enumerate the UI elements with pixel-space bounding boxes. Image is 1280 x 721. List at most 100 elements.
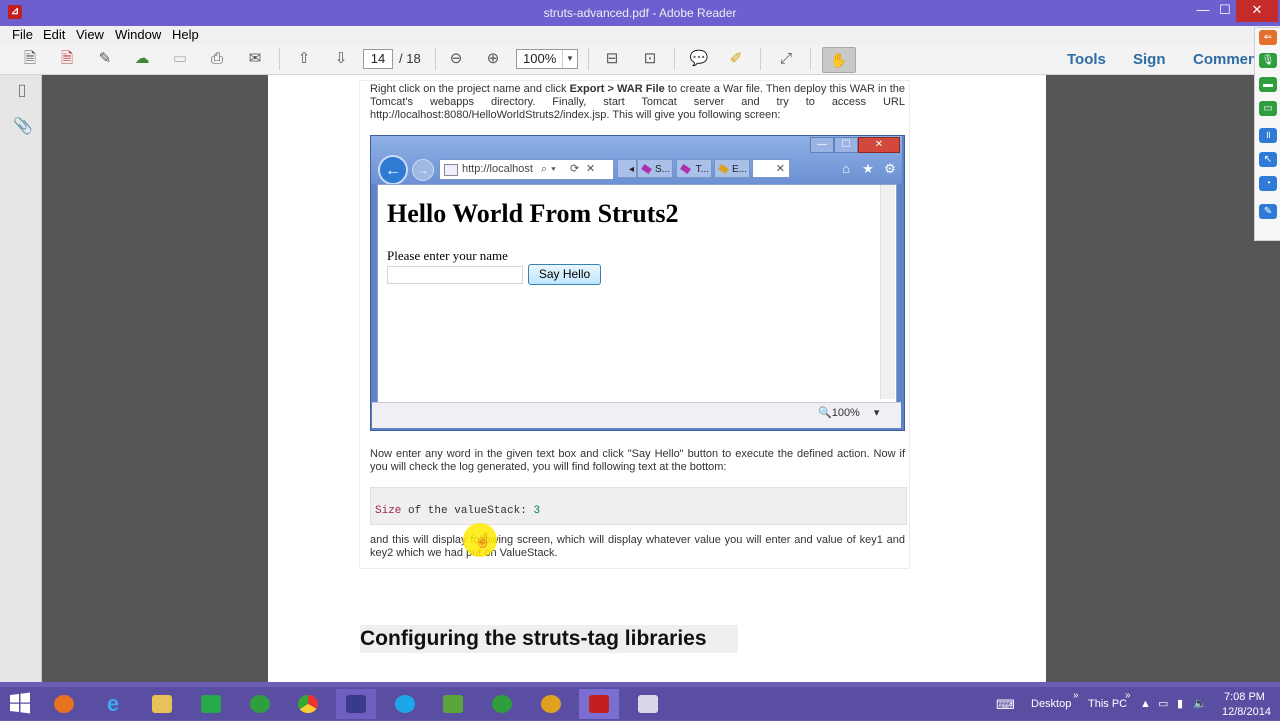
keyboard-icon[interactable]: ⌨ bbox=[996, 697, 1015, 713]
green-glyph bbox=[250, 695, 270, 713]
tab-icon bbox=[680, 163, 691, 175]
email-icon[interactable]: ✉ bbox=[245, 49, 265, 69]
show-hidden-icons-icon[interactable]: ▲ bbox=[1140, 698, 1151, 710]
title-bar: ⊿ struts-advanced.pdf - Adobe Reader — ☐… bbox=[0, 0, 1280, 26]
tab-scroll-icon: ◂ bbox=[617, 159, 637, 178]
clock-time[interactable]: 7:08 PM bbox=[1224, 691, 1265, 703]
chrome-icon[interactable] bbox=[288, 689, 328, 719]
close-button[interactable]: ✕ bbox=[1236, 0, 1278, 22]
screen-icon[interactable]: ▭ bbox=[1259, 101, 1277, 116]
menu-bar: File Edit View Window Help bbox=[0, 26, 1280, 44]
settings-app-icon[interactable] bbox=[531, 689, 571, 719]
menu-edit[interactable]: Edit bbox=[43, 27, 65, 42]
green-app-2-icon[interactable] bbox=[482, 689, 522, 719]
sign-button[interactable]: Sign bbox=[1133, 51, 1166, 68]
adobe-reader-taskbar-icon[interactable] bbox=[579, 689, 619, 719]
attachments-icon[interactable]: 📎 bbox=[13, 118, 33, 136]
code-keyword: Size bbox=[375, 505, 402, 517]
microphone-icon[interactable]: 🎙 bbox=[1259, 53, 1277, 68]
firefox-icon[interactable] bbox=[44, 689, 84, 719]
name-prompt-label: Please enter your name bbox=[387, 248, 508, 263]
toolbar-divider bbox=[588, 48, 589, 70]
collapse-icon[interactable]: ⇐ bbox=[1259, 30, 1277, 45]
pen-icon[interactable]: ✎ bbox=[1259, 204, 1277, 219]
browser-tab: S... bbox=[637, 159, 673, 178]
zoom-select[interactable]: 100% ▼ bbox=[516, 49, 578, 69]
maximize-button[interactable]: ☐ bbox=[1212, 0, 1238, 22]
browser-tab-label: T... bbox=[695, 164, 709, 175]
browser-scrollbar bbox=[880, 185, 895, 399]
page-up-icon[interactable]: ⇧ bbox=[294, 49, 314, 69]
desktop-toolbar-label[interactable]: Desktop bbox=[1031, 698, 1071, 710]
fit-width-icon[interactable]: ⊡ bbox=[640, 49, 660, 69]
hand-tool-icon[interactable]: ✋ bbox=[822, 47, 856, 73]
zoom-out-icon[interactable]: ⊖ bbox=[446, 49, 466, 69]
print-icon[interactable]: ⎙ bbox=[207, 49, 227, 69]
image-app-icon[interactable] bbox=[433, 689, 473, 719]
green-app-icon[interactable] bbox=[240, 689, 280, 719]
paragraph-deploy: Right click on the project name and clic… bbox=[370, 83, 905, 122]
pause-icon[interactable]: ॥ bbox=[1259, 128, 1277, 143]
folder-glyph bbox=[152, 695, 172, 713]
menu-help[interactable]: Help bbox=[172, 27, 199, 42]
zoom-status-value: 100% bbox=[831, 407, 860, 419]
menu-view[interactable]: View bbox=[76, 27, 104, 42]
paragraph-enter-word: Now enter any word in the given text box… bbox=[370, 448, 905, 473]
draw-icon[interactable]: ◔ bbox=[1259, 176, 1277, 191]
media-app-icon[interactable] bbox=[628, 689, 668, 719]
calculator-icon[interactable] bbox=[191, 689, 231, 719]
zoom-in-icon[interactable]: ⊕ bbox=[483, 49, 503, 69]
image-glyph bbox=[443, 695, 463, 713]
code-number: 3 bbox=[533, 505, 541, 517]
chevron-icon: » bbox=[1073, 690, 1079, 701]
toolbar-divider bbox=[435, 48, 436, 70]
browser-close-icon: ✕ bbox=[858, 137, 900, 153]
comment-icon[interactable]: 💬 bbox=[689, 49, 709, 69]
menu-window[interactable]: Window bbox=[115, 27, 161, 42]
cloud-upload-icon[interactable]: ☁ bbox=[132, 49, 152, 69]
window-title: struts-advanced.pdf - Adobe Reader bbox=[543, 6, 737, 20]
save-icon[interactable]: ▭ bbox=[170, 49, 190, 69]
toolbar-divider bbox=[674, 48, 675, 70]
zoom-value: 100% bbox=[523, 51, 557, 66]
browser-url: http://localhost bbox=[462, 163, 533, 175]
pointer-icon[interactable]: ↖ bbox=[1259, 152, 1277, 167]
windows-start-icon[interactable] bbox=[8, 691, 32, 715]
calc-glyph bbox=[201, 695, 221, 713]
page-down-icon[interactable]: ⇩ bbox=[331, 49, 351, 69]
volume-icon[interactable]: 🔈 bbox=[1193, 697, 1207, 710]
fit-page-icon[interactable]: ⊟ bbox=[602, 49, 622, 69]
edit-icon[interactable]: ✎ bbox=[95, 49, 115, 69]
comment-button[interactable]: Commen bbox=[1193, 51, 1257, 68]
name-input bbox=[387, 266, 523, 284]
media-glyph bbox=[638, 695, 658, 713]
page-thumbnails-icon[interactable]: ▯ bbox=[13, 82, 31, 100]
skype-icon[interactable] bbox=[385, 689, 425, 719]
page-number-input[interactable]: 14 bbox=[363, 49, 393, 69]
toolbar-divider bbox=[810, 48, 811, 70]
visual-studio-icon[interactable] bbox=[336, 689, 376, 719]
code-line: Size of the valueStack: 3 bbox=[375, 505, 540, 517]
adobe-glyph bbox=[589, 695, 609, 713]
browser-tab: T... bbox=[676, 159, 712, 178]
full-screen-icon[interactable]: ⤢ bbox=[776, 49, 796, 69]
camera-icon[interactable]: ▬ bbox=[1259, 77, 1277, 92]
export-pdf-icon[interactable]: 🗎 bbox=[57, 49, 77, 69]
page-total: / 18 bbox=[399, 51, 421, 66]
clock-date[interactable]: 12/8/2014 bbox=[1222, 706, 1271, 718]
ie-glyph: e bbox=[106, 691, 120, 716]
internet-explorer-icon[interactable]: e bbox=[93, 689, 133, 719]
battery-icon[interactable]: ▭ bbox=[1158, 697, 1168, 710]
zoom-icon: 🔍 bbox=[818, 407, 832, 419]
menu-file[interactable]: File bbox=[12, 27, 33, 42]
tools-button[interactable]: Tools bbox=[1067, 51, 1106, 68]
this-pc-toolbar-label[interactable]: This PC bbox=[1088, 698, 1127, 710]
dropdown-arrow-icon: ▾ bbox=[873, 407, 880, 419]
signal-icon[interactable]: ▮ bbox=[1177, 697, 1183, 710]
highlight-icon[interactable]: ✐ bbox=[726, 49, 746, 69]
paragraph-display: and this will display following screen, … bbox=[370, 534, 905, 559]
create-pdf-icon[interactable]: 🗎 bbox=[20, 49, 40, 69]
refresh-icon: ⟳ bbox=[570, 163, 584, 175]
forward-arrow-icon: → bbox=[412, 159, 434, 181]
file-explorer-icon[interactable] bbox=[142, 689, 182, 719]
